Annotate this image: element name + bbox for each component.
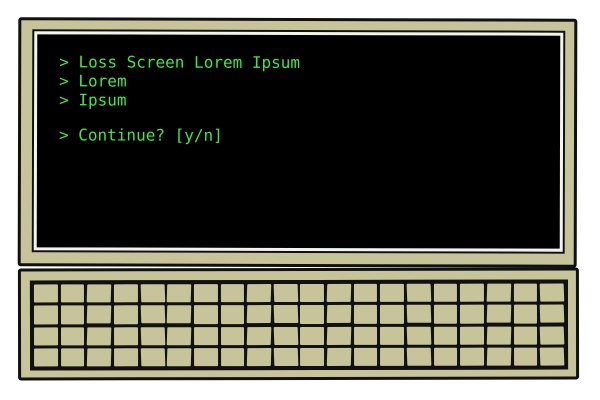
continue-prompt[interactable]: > Continue? [y/n] xyxy=(59,125,538,145)
keyboard-key[interactable] xyxy=(140,347,165,367)
keyboard-key[interactable] xyxy=(273,347,298,367)
keyboard-key[interactable] xyxy=(513,283,538,302)
terminal-line-lorem: > Lorem xyxy=(59,71,127,91)
keyboard-key[interactable] xyxy=(460,326,485,345)
monitor: > Loss Screen Lorem Ipsum > Lorem > Ipsu… xyxy=(17,17,578,268)
keyboard-key[interactable] xyxy=(460,304,485,324)
keyboard-key[interactable] xyxy=(353,326,378,345)
keyboard-key[interactable] xyxy=(540,326,565,345)
keyboard-key[interactable] xyxy=(113,305,138,324)
keyboard-key[interactable] xyxy=(60,348,85,367)
keyboard-key[interactable] xyxy=(486,326,512,345)
keyboard-key[interactable] xyxy=(300,305,325,324)
keyboard-key[interactable] xyxy=(33,305,58,324)
keyboard-key[interactable] xyxy=(513,326,538,345)
keyboard-key[interactable] xyxy=(193,305,218,324)
keyboard-key[interactable] xyxy=(380,305,405,324)
keyboard-key[interactable] xyxy=(406,305,432,324)
keyboard-key[interactable] xyxy=(246,305,272,324)
keyboard-row xyxy=(34,347,565,367)
keyboard-key[interactable] xyxy=(433,304,458,324)
keyboard-key[interactable] xyxy=(380,283,405,303)
keyboard-key[interactable] xyxy=(166,326,192,345)
keyboard-key[interactable] xyxy=(513,347,538,366)
keyboard-key[interactable] xyxy=(326,326,352,345)
keyboard-key[interactable] xyxy=(380,347,405,366)
terminal-line-ipsum: > Ipsum xyxy=(59,90,127,110)
keyboard-key[interactable] xyxy=(433,283,458,303)
keyboard-key[interactable] xyxy=(380,326,405,345)
keyboard-key[interactable] xyxy=(140,284,165,303)
keyboard-key[interactable] xyxy=(166,305,192,324)
keyboard-key[interactable] xyxy=(540,347,565,366)
keyboard-key[interactable] xyxy=(166,347,192,367)
keyboard-key[interactable] xyxy=(300,326,325,345)
keyboard-key[interactable] xyxy=(273,305,298,324)
keyboard-key[interactable] xyxy=(193,347,218,367)
keyboard-key[interactable] xyxy=(60,305,85,324)
keyboard-key[interactable] xyxy=(300,347,325,366)
keyboard-key[interactable] xyxy=(60,326,85,346)
keyboard-key[interactable] xyxy=(246,347,272,367)
keyboard-key[interactable] xyxy=(113,348,138,367)
keyboard-key[interactable] xyxy=(486,347,512,366)
keyboard-key[interactable] xyxy=(34,326,58,346)
keyboard-keys-area xyxy=(29,279,569,371)
keyboard-key[interactable] xyxy=(326,347,352,366)
keyboard-key[interactable] xyxy=(486,283,511,302)
keyboard-key[interactable] xyxy=(220,284,245,303)
keyboard-key[interactable] xyxy=(193,284,218,303)
keyboard-key[interactable] xyxy=(353,305,378,324)
keyboard-key[interactable] xyxy=(460,283,485,302)
keyboard-key[interactable] xyxy=(193,326,218,345)
keyboard-key[interactable] xyxy=(86,284,112,303)
keyboard-key[interactable] xyxy=(60,284,85,303)
keyboard-key[interactable] xyxy=(87,348,112,367)
keyboard-key[interactable] xyxy=(113,326,138,346)
keyboard-key[interactable] xyxy=(486,304,511,324)
keyboard-key[interactable] xyxy=(87,326,112,346)
terminal-screen: > Loss Screen Lorem Ipsum > Lorem > Ipsu… xyxy=(36,34,561,249)
keyboard-row xyxy=(33,283,565,303)
keyboard-key[interactable] xyxy=(140,326,165,346)
terminal-gap xyxy=(59,109,538,126)
keyboard-key[interactable] xyxy=(246,326,272,345)
keyboard-key[interactable] xyxy=(326,305,352,324)
keyboard-key[interactable] xyxy=(140,305,165,324)
keyboard-key[interactable] xyxy=(513,304,538,324)
keyboard-key[interactable] xyxy=(353,283,378,303)
keyboard-key[interactable] xyxy=(273,326,298,345)
terminal-line-title: > Loss Screen Lorem Ipsum xyxy=(59,52,301,73)
keyboard-row xyxy=(34,326,565,346)
keyboard-key[interactable] xyxy=(406,283,432,303)
keyboard-key[interactable] xyxy=(433,326,458,345)
keyboard-key[interactable] xyxy=(353,347,378,366)
keyboard-key[interactable] xyxy=(539,304,565,324)
keyboard-key[interactable] xyxy=(86,305,112,324)
keyboard-key[interactable] xyxy=(539,283,565,302)
keyboard-key[interactable] xyxy=(34,348,58,367)
keyboard-row xyxy=(33,304,565,324)
keyboard xyxy=(17,267,580,381)
keyboard-key[interactable] xyxy=(113,284,138,303)
keyboard-key[interactable] xyxy=(33,284,58,303)
keyboard-key[interactable] xyxy=(220,326,245,345)
keyboard-key[interactable] xyxy=(406,347,432,366)
keyboard-key[interactable] xyxy=(220,305,245,324)
keyboard-key[interactable] xyxy=(246,284,272,303)
keyboard-key[interactable] xyxy=(166,284,192,303)
screen-bezel: > Loss Screen Lorem Ipsum > Lorem > Ipsu… xyxy=(31,29,566,254)
keyboard-key[interactable] xyxy=(300,283,325,303)
keyboard-key[interactable] xyxy=(433,347,458,366)
keyboard-key[interactable] xyxy=(326,283,352,303)
keyboard-key[interactable] xyxy=(460,347,485,366)
keyboard-key[interactable] xyxy=(220,347,245,367)
keyboard-key[interactable] xyxy=(406,326,432,345)
keyboard-key[interactable] xyxy=(273,284,298,303)
